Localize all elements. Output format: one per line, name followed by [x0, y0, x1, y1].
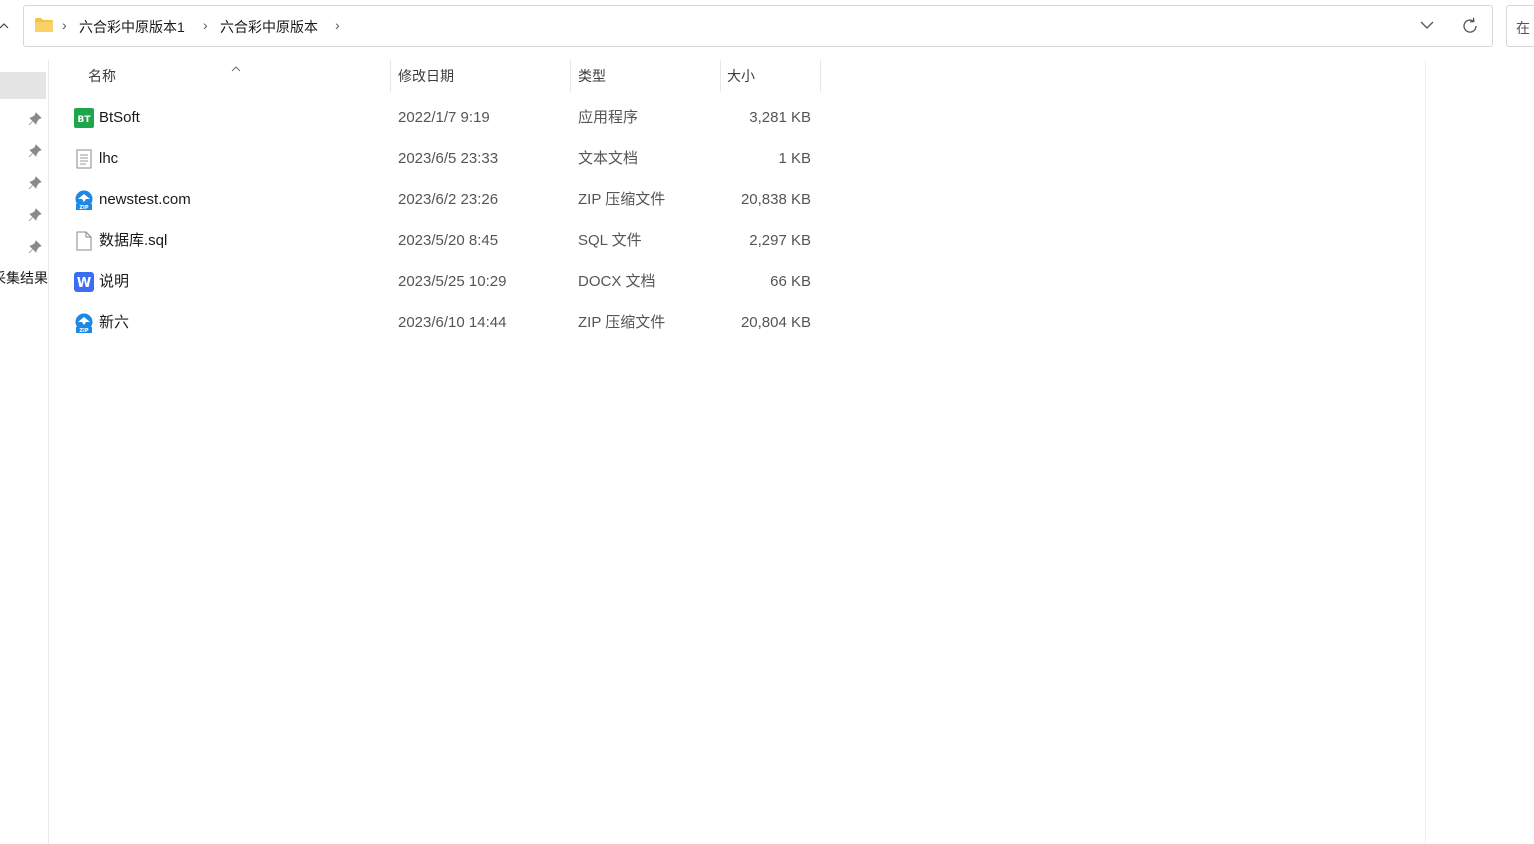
file-size: 3,281 KB	[749, 109, 811, 126]
svg-text:ZIP: ZIP	[79, 328, 88, 333]
file-date: 2023/6/2 23:26	[398, 191, 499, 208]
column-divider[interactable]	[720, 60, 721, 92]
column-header-type[interactable]: 类型	[578, 60, 606, 92]
pin-icon[interactable]	[28, 208, 42, 222]
file-size: 1 KB	[778, 150, 811, 167]
breadcrumb-item[interactable]: 六合彩中原版本	[220, 17, 318, 37]
file-type: 文本文档	[578, 150, 639, 167]
breadcrumb-separator-icon[interactable]: ›	[62, 17, 67, 33]
bt-app-icon: BT	[74, 108, 94, 128]
file-row[interactable]: 数据库.sql 2023/5/20 8:45 SQL 文件 2,297 KB	[49, 222, 829, 260]
breadcrumb-separator-icon[interactable]: ›	[335, 17, 340, 33]
svg-text:ZIP: ZIP	[79, 205, 88, 210]
folder-icon	[35, 18, 53, 32]
blank-file-icon	[74, 231, 94, 251]
file-name[interactable]: 说明	[99, 263, 129, 301]
file-size: 20,838 KB	[740, 191, 811, 208]
file-name[interactable]: BtSoft	[99, 99, 140, 137]
file-date: 2023/5/25 10:29	[398, 273, 507, 290]
nav-item-text: 采集结果	[0, 270, 48, 286]
file-type: 应用程序	[578, 109, 639, 126]
file-name[interactable]: newstest.com	[99, 181, 191, 219]
file-size: 2,297 KB	[749, 232, 811, 249]
svg-text:W: W	[77, 276, 91, 291]
pin-icon[interactable]	[28, 176, 42, 190]
navigation-pane: 采集结果	[0, 60, 49, 844]
zip-archive-icon: ZIP	[74, 313, 94, 334]
breadcrumb-separator-icon[interactable]: ›	[203, 17, 208, 33]
column-divider[interactable]	[390, 60, 391, 92]
file-row[interactable]: lhc 2023/6/5 23:33 文本文档 1 KB	[49, 140, 829, 178]
breadcrumb-item[interactable]: 六合彩中原版本1	[79, 17, 185, 37]
file-type: ZIP 压缩文件	[578, 314, 666, 331]
pin-icon[interactable]	[28, 112, 42, 126]
file-row[interactable]: W 说明 2023/5/25 10:29 DOCX 文档 66 KB	[49, 263, 829, 301]
pin-icon[interactable]	[28, 240, 42, 254]
column-header-size[interactable]: 大小	[727, 60, 755, 92]
zip-archive-icon: ZIP	[74, 190, 94, 211]
file-date: 2023/6/5 23:33	[398, 150, 499, 167]
pin-icon[interactable]	[28, 144, 42, 158]
column-divider[interactable]	[570, 60, 571, 92]
nav-item-label[interactable]: 采集结果	[0, 268, 48, 288]
file-date: 2022/1/7 9:19	[398, 109, 490, 126]
address-bar[interactable]: › 六合彩中原版本1 › 六合彩中原版本 ›	[23, 5, 1493, 47]
file-row[interactable]: ZIP newstest.com 2023/6/2 23:26 ZIP 压缩文件…	[49, 181, 829, 219]
file-name[interactable]: lhc	[99, 140, 118, 178]
file-size: 66 KB	[770, 273, 811, 290]
file-name[interactable]: 新六	[99, 304, 129, 342]
file-type: ZIP 压缩文件	[578, 191, 666, 208]
file-type: SQL 文件	[578, 232, 642, 249]
word-document-icon: W	[74, 272, 94, 292]
file-row[interactable]: BT BtSoft 2022/1/7 9:19 应用程序 3,281 KB	[49, 99, 829, 137]
column-divider[interactable]	[820, 60, 821, 92]
text-document-icon	[74, 149, 94, 169]
file-row[interactable]: ZIP 新六 2023/6/10 14:44 ZIP 压缩文件 20,804 K…	[49, 304, 829, 342]
search-placeholder: 在	[1516, 20, 1530, 36]
column-header-date[interactable]: 修改日期	[398, 60, 454, 92]
file-list: 名称 修改日期 类型 大小 BT BtSoft 2022/1/7 9:19 应用…	[49, 60, 1426, 844]
file-date: 2023/5/20 8:45	[398, 232, 499, 249]
file-type: DOCX 文档	[578, 273, 656, 290]
file-date: 2023/6/10 14:44	[398, 314, 507, 331]
nav-item-selected[interactable]	[0, 72, 46, 99]
column-header-name[interactable]: 名称	[88, 60, 116, 92]
pane-divider[interactable]	[1425, 60, 1426, 844]
sort-ascending-icon	[230, 60, 242, 72]
search-input[interactable]: 在	[1506, 5, 1534, 47]
file-size: 20,804 KB	[740, 314, 811, 331]
chevron-down-icon[interactable]	[1418, 16, 1436, 34]
up-chevron-icon[interactable]	[0, 14, 10, 34]
refresh-icon[interactable]	[1460, 16, 1480, 36]
file-name[interactable]: 数据库.sql	[99, 222, 167, 260]
svg-text:BT: BT	[78, 115, 92, 125]
